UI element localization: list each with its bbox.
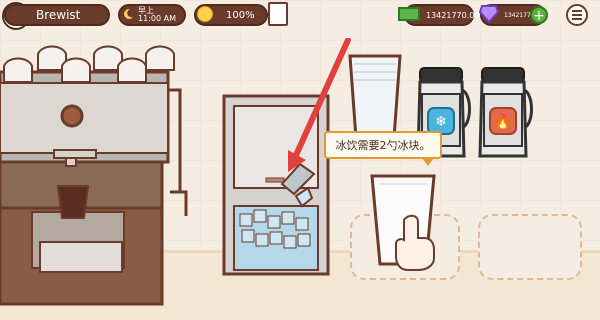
cash-icon: [398, 7, 420, 21]
menu-icon: [572, 10, 582, 12]
drink-slot-2[interactable]: [478, 214, 582, 280]
moon-icon: [124, 8, 133, 19]
menu-button[interactable]: [566, 4, 588, 26]
hot-jug[interactable]: 🔥: [474, 64, 534, 160]
player-name: Brewist: [36, 8, 81, 22]
tutorial-tooltip: 冰饮需要2勺冰块。: [324, 131, 442, 166]
happiness-value: 100%: [226, 9, 255, 21]
cup-rack: [3, 45, 175, 83]
smile-icon: [197, 6, 213, 22]
tooltip-text: 冰饮需要2勺冰块。: [335, 139, 431, 152]
time-value: 11:00 AM: [138, 14, 176, 23]
add-gems-button[interactable]: +: [530, 6, 548, 24]
tap-hand-icon: [395, 214, 435, 271]
cash-value: 13421770.00: [426, 10, 480, 20]
game-scene: ❄ 🔥 冰饮需要2勺冰块。 2 Brewist 早上 11:00 AM 10: [0, 0, 600, 320]
flame-icon: 🔥: [494, 113, 511, 130]
player-name-pill[interactable]: Brewist: [4, 4, 110, 26]
gem-icon: [478, 5, 500, 24]
snowflake-icon: ❄: [435, 114, 447, 130]
receipt-icon[interactable]: [268, 2, 288, 26]
